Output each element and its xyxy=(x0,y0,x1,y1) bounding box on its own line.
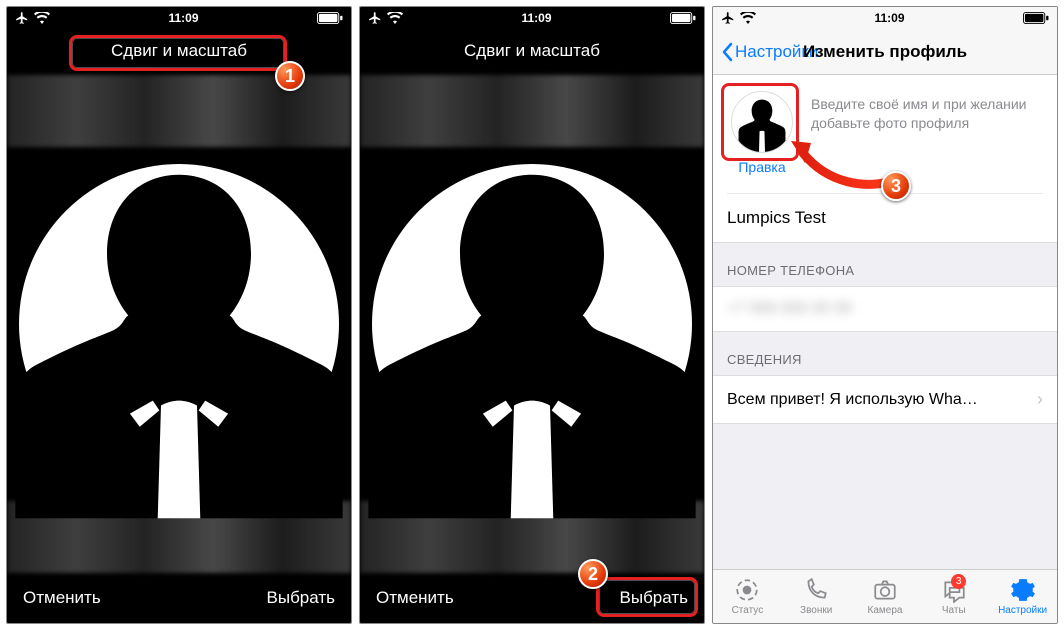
crop-area[interactable] xyxy=(360,75,704,573)
photo-silhouette xyxy=(14,158,344,518)
status-bar: 11:09 xyxy=(713,7,1057,29)
cancel-button[interactable]: Отменить xyxy=(376,588,454,608)
crop-footer: Отменить Выбрать xyxy=(7,573,351,623)
airplane-mode-icon xyxy=(15,11,29,25)
back-label: Настройки xyxy=(735,42,818,62)
back-button[interactable]: Настройки xyxy=(721,42,818,62)
tab-label: Камера xyxy=(868,605,903,616)
crop-area[interactable] xyxy=(7,75,351,573)
gear-icon xyxy=(1010,577,1036,603)
status-icon xyxy=(734,577,760,603)
camera-icon xyxy=(872,577,898,603)
chevron-left-icon xyxy=(721,42,733,62)
screen-crop-1: 11:09 Сдвиг и масштаб Отменить Выбрать 1 xyxy=(6,6,352,624)
section-about-label: СВЕДЕНИЯ xyxy=(713,332,1057,375)
photo-silhouette xyxy=(367,158,697,518)
tab-label: Статус xyxy=(732,605,764,616)
battery-icon xyxy=(670,12,696,24)
airplane-mode-icon xyxy=(368,11,382,25)
about-value: Всем привет! Я использую Wha… xyxy=(727,391,978,409)
chevron-right-icon: › xyxy=(1037,389,1043,410)
status-time: 11:09 xyxy=(403,11,670,25)
tab-chats[interactable]: 3 Чаты xyxy=(919,570,988,623)
tab-label: Настройки xyxy=(998,605,1047,616)
phone-icon xyxy=(803,577,829,603)
crop-title: Сдвиг и масштаб xyxy=(360,29,704,75)
battery-icon xyxy=(317,12,343,24)
avatar[interactable] xyxy=(731,91,793,153)
profile-hint: Введите своё имя и при желании добавьте … xyxy=(811,91,1043,133)
tab-label: Чаты xyxy=(942,605,966,616)
airplane-mode-icon xyxy=(721,11,735,25)
tab-camera[interactable]: Камера xyxy=(851,570,920,623)
name-field[interactable]: Lumpics Test xyxy=(727,193,1043,242)
avatar-edit-link[interactable]: Правка xyxy=(738,159,785,175)
choose-button[interactable]: Выбрать xyxy=(267,588,335,608)
wifi-icon xyxy=(740,12,756,24)
tab-label: Звонки xyxy=(800,605,832,616)
screen-profile: 11:09 Настройки Изменить профиль xyxy=(712,6,1058,624)
screen-crop-2: 11:09 Сдвиг и масштаб Отменить Выбрать 2 xyxy=(359,6,705,624)
wifi-icon xyxy=(34,12,50,24)
tab-status[interactable]: Статус xyxy=(713,570,782,623)
phone-value: +7 999 000 00 00 xyxy=(727,300,852,318)
cancel-button[interactable]: Отменить xyxy=(23,588,101,608)
about-cell[interactable]: Всем привет! Я использую Wha… › xyxy=(713,375,1057,424)
phone-cell[interactable]: +7 999 000 00 00 xyxy=(713,286,1057,332)
tab-calls[interactable]: Звонки xyxy=(782,570,851,623)
crop-title: Сдвиг и масштаб xyxy=(7,29,351,75)
profile-body: Правка Введите своё имя и при желании до… xyxy=(713,75,1057,569)
status-bar: 11:09 xyxy=(360,7,704,29)
status-time: 11:09 xyxy=(756,11,1023,25)
battery-icon xyxy=(1023,12,1049,24)
section-phone-label: НОМЕР ТЕЛЕФОНА xyxy=(713,243,1057,286)
status-bar: 11:09 xyxy=(7,7,351,29)
status-time: 11:09 xyxy=(50,11,317,25)
tab-settings[interactable]: Настройки xyxy=(988,570,1057,623)
wifi-icon xyxy=(387,12,403,24)
crop-footer: Отменить Выбрать xyxy=(360,573,704,623)
nav-bar: Настройки Изменить профиль xyxy=(713,29,1057,75)
tab-bar: Статус Звонки Камера 3 Чаты Настройки xyxy=(713,569,1057,623)
choose-button[interactable]: Выбрать xyxy=(620,588,688,608)
